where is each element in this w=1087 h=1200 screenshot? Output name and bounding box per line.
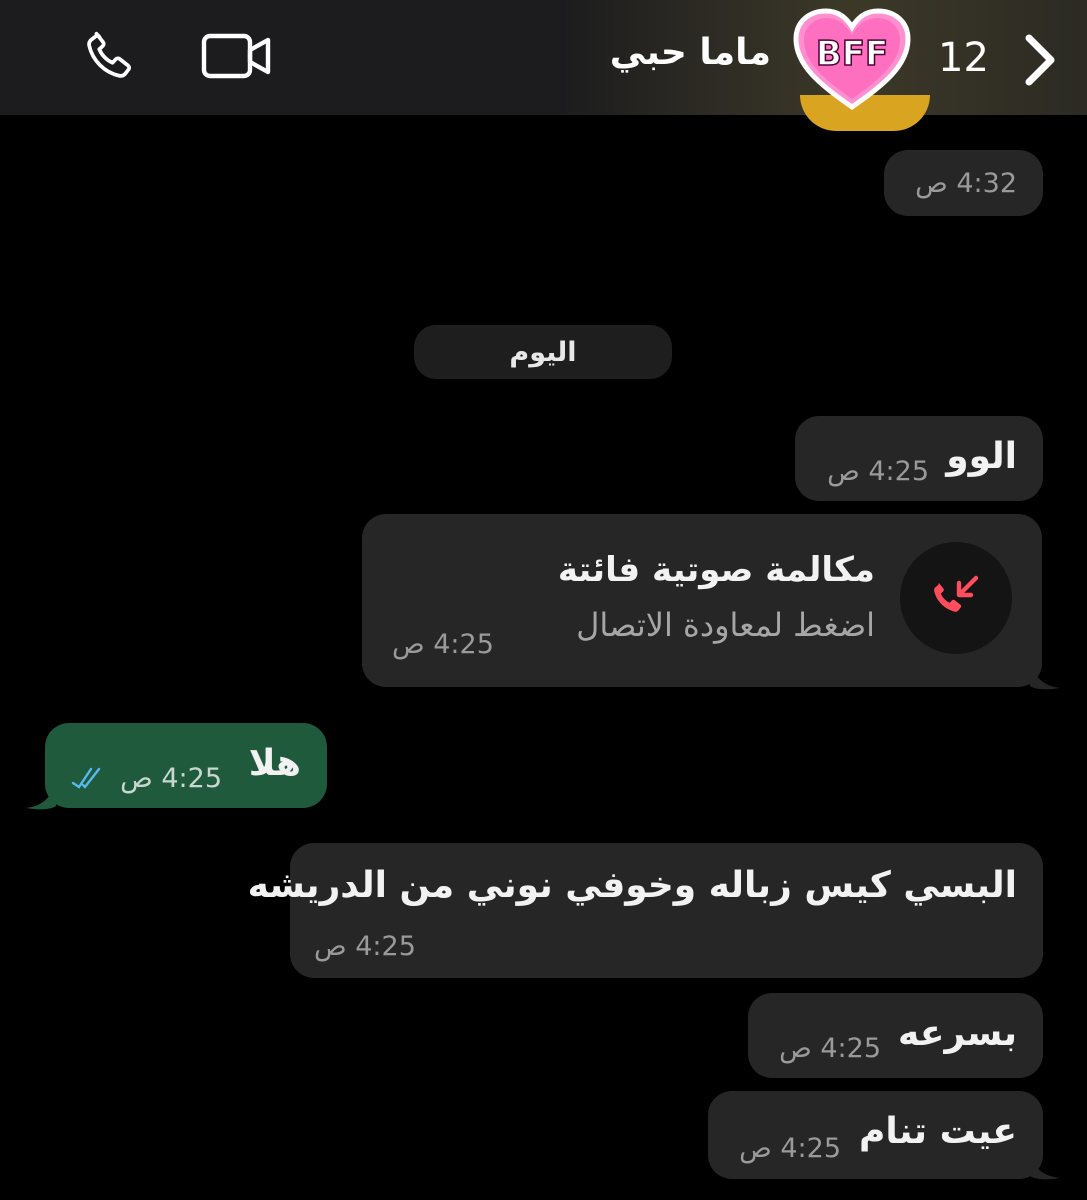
chat-header: ماما حبي BFF 12 — [0, 0, 1087, 131]
phone-icon[interactable] — [78, 25, 142, 85]
message-bubble-incoming[interactable]: الوو 4:25 ص — [795, 416, 1043, 501]
message-bubble-incoming[interactable]: 4:32 ص — [884, 150, 1043, 216]
message-time: 4:25 ص — [827, 456, 929, 487]
contact-avatar[interactable]: BFF — [790, 5, 915, 115]
bubble-tail — [1030, 1152, 1060, 1180]
message-time: 4:25 ص — [120, 763, 222, 794]
message-time: 4:25 ص — [392, 629, 494, 660]
missed-call-icon — [900, 542, 1012, 654]
message-text: هلا — [248, 743, 301, 784]
chevron-right-icon[interactable] — [1015, 30, 1065, 90]
message-text: الوو — [946, 436, 1017, 477]
message-bubble-incoming[interactable]: عيت تنام 4:25 ص — [708, 1091, 1043, 1179]
message-time: 4:25 ص — [314, 931, 416, 962]
avatar-text: BFF — [816, 34, 888, 74]
video-camera-icon[interactable] — [200, 28, 276, 83]
message-bubble-incoming[interactable]: البسي كيس زباله وخوفي نوني من الدريشه 4:… — [248, 843, 1043, 978]
message-time: 4:25 ص — [739, 1133, 841, 1164]
message-bubble-outgoing[interactable]: هلا 4:25 ص — [45, 723, 327, 808]
contact-name[interactable]: ماما حبي — [610, 32, 771, 73]
date-divider-label: اليوم — [509, 336, 577, 368]
message-time: 4:25 ص — [779, 1033, 881, 1064]
read-receipt-icon — [71, 765, 105, 793]
message-text: بسرعه — [898, 1013, 1017, 1054]
message-text: البسي كيس زباله وخوفي نوني من الدريشه — [247, 865, 1017, 906]
date-divider: اليوم — [414, 325, 672, 379]
unread-count: 12 — [938, 35, 989, 81]
message-bubble-incoming[interactable]: بسرعه 4:25 ص — [748, 993, 1043, 1078]
missed-call-bubble[interactable]: مكالمة صوتية فائتة اضغط لمعاودة الاتصال … — [362, 514, 1042, 687]
message-time: 4:32 ص — [915, 168, 1017, 199]
bubble-tail — [26, 780, 56, 810]
bubble-tail — [1030, 660, 1060, 690]
missed-call-subtitle: اضغط لمعاودة الاتصال — [576, 606, 875, 644]
missed-call-title: مكالمة صوتية فائتة — [557, 550, 875, 590]
message-text: عيت تنام — [858, 1111, 1017, 1152]
